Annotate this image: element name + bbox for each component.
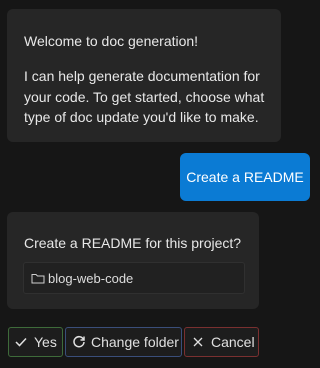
welcome-message: Welcome to doc generation! I can help ge… <box>7 9 281 142</box>
refresh-icon <box>72 335 86 349</box>
change-folder-label: Change folder <box>91 334 179 350</box>
yes-label: Yes <box>34 334 57 350</box>
folder-name: blog-web-code <box>48 270 134 286</box>
check-icon <box>15 337 27 347</box>
welcome-body: I can help generate documentation for yo… <box>24 68 265 125</box>
change-folder-button[interactable]: Change folder <box>65 327 182 357</box>
yes-button[interactable]: Yes <box>8 327 63 357</box>
close-icon <box>193 337 203 347</box>
readme-confirmation-message: Create a README for this project? <box>7 212 259 309</box>
cancel-button[interactable]: Cancel <box>184 327 259 357</box>
cancel-label: Cancel <box>211 334 255 350</box>
welcome-title: Welcome to doc generation! <box>24 33 199 49</box>
readme-question: Create a README for this project? <box>24 235 242 251</box>
user-message: Create a README <box>180 153 310 201</box>
folder-path: blog-web-code <box>23 262 245 294</box>
folder-icon <box>31 272 45 284</box>
